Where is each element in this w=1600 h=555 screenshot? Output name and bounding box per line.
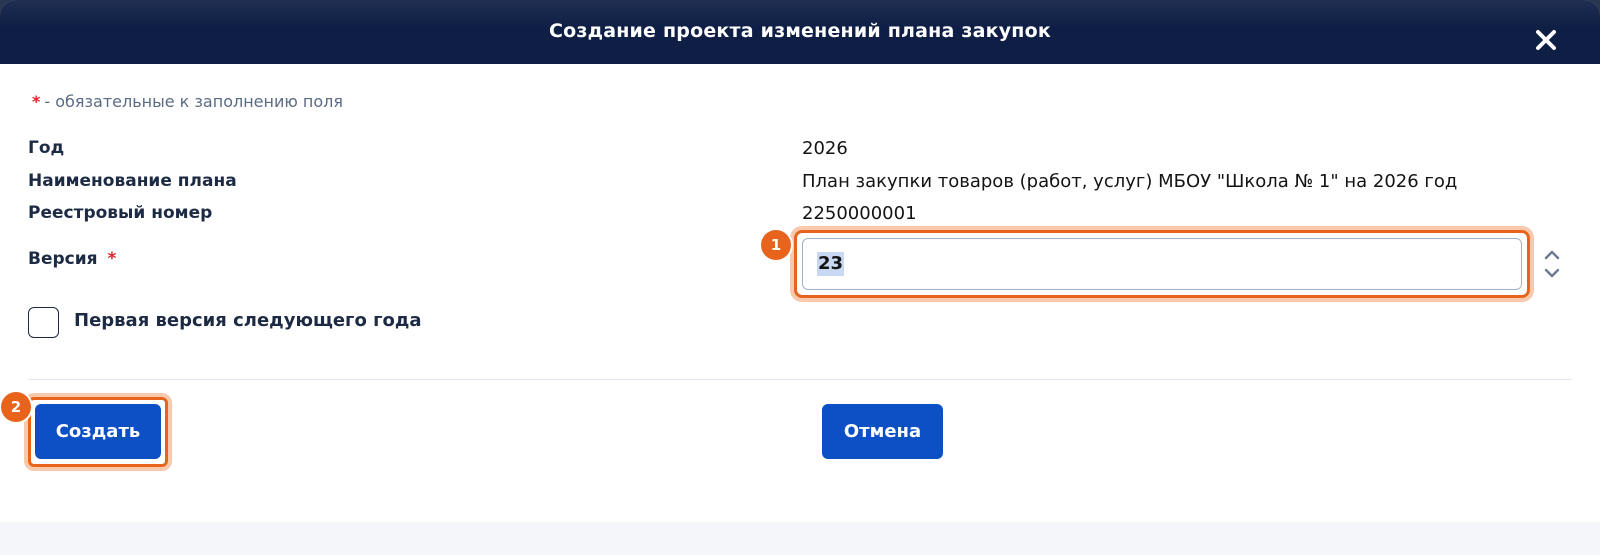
dialog-header: Создание проекта изменений плана закупок: [0, 0, 1600, 64]
create-button[interactable]: Создать: [35, 404, 161, 459]
next-year-first-version-checkbox[interactable]: [28, 307, 59, 338]
close-icon: [1536, 30, 1556, 50]
required-star: *: [32, 92, 41, 111]
registry-number-value: 2250000001: [802, 203, 917, 224]
footer-divider: [28, 379, 1572, 380]
registry-number-label: Реестровый номер: [28, 203, 213, 223]
plan-name-value: План закупки товаров (работ, услуг) МБОУ…: [802, 171, 1458, 192]
step-1-badge: 1: [761, 230, 791, 260]
required-fields-note: * - обязательные к заполнению поля: [32, 92, 343, 111]
dialog-title: Создание проекта изменений плана закупок: [549, 20, 1051, 42]
required-note-text: - обязательные к заполнению поля: [44, 92, 344, 111]
year-value: 2026: [802, 138, 848, 159]
version-stepper[interactable]: [1542, 244, 1562, 284]
version-input[interactable]: [802, 238, 1522, 290]
next-year-first-version-label: Первая версия следующего года: [74, 310, 422, 331]
version-required-star: *: [107, 249, 117, 269]
chevron-up-down-icon: [1544, 250, 1560, 278]
dialog-footer-strip: [0, 522, 1600, 555]
year-label: Год: [28, 138, 65, 158]
close-button[interactable]: [1530, 24, 1562, 56]
step-2-badge: 2: [1, 392, 31, 422]
plan-name-label: Наименование плана: [28, 171, 237, 191]
cancel-button[interactable]: Отмена: [822, 404, 943, 459]
create-plan-change-dialog: Создание проекта изменений плана закупок…: [0, 0, 1600, 555]
version-selected-text: 23: [817, 252, 845, 276]
version-label: Версия *: [28, 249, 116, 269]
version-label-text: Версия: [28, 249, 98, 269]
dialog-body: * - обязательные к заполнению поля Год 20…: [0, 64, 1600, 522]
